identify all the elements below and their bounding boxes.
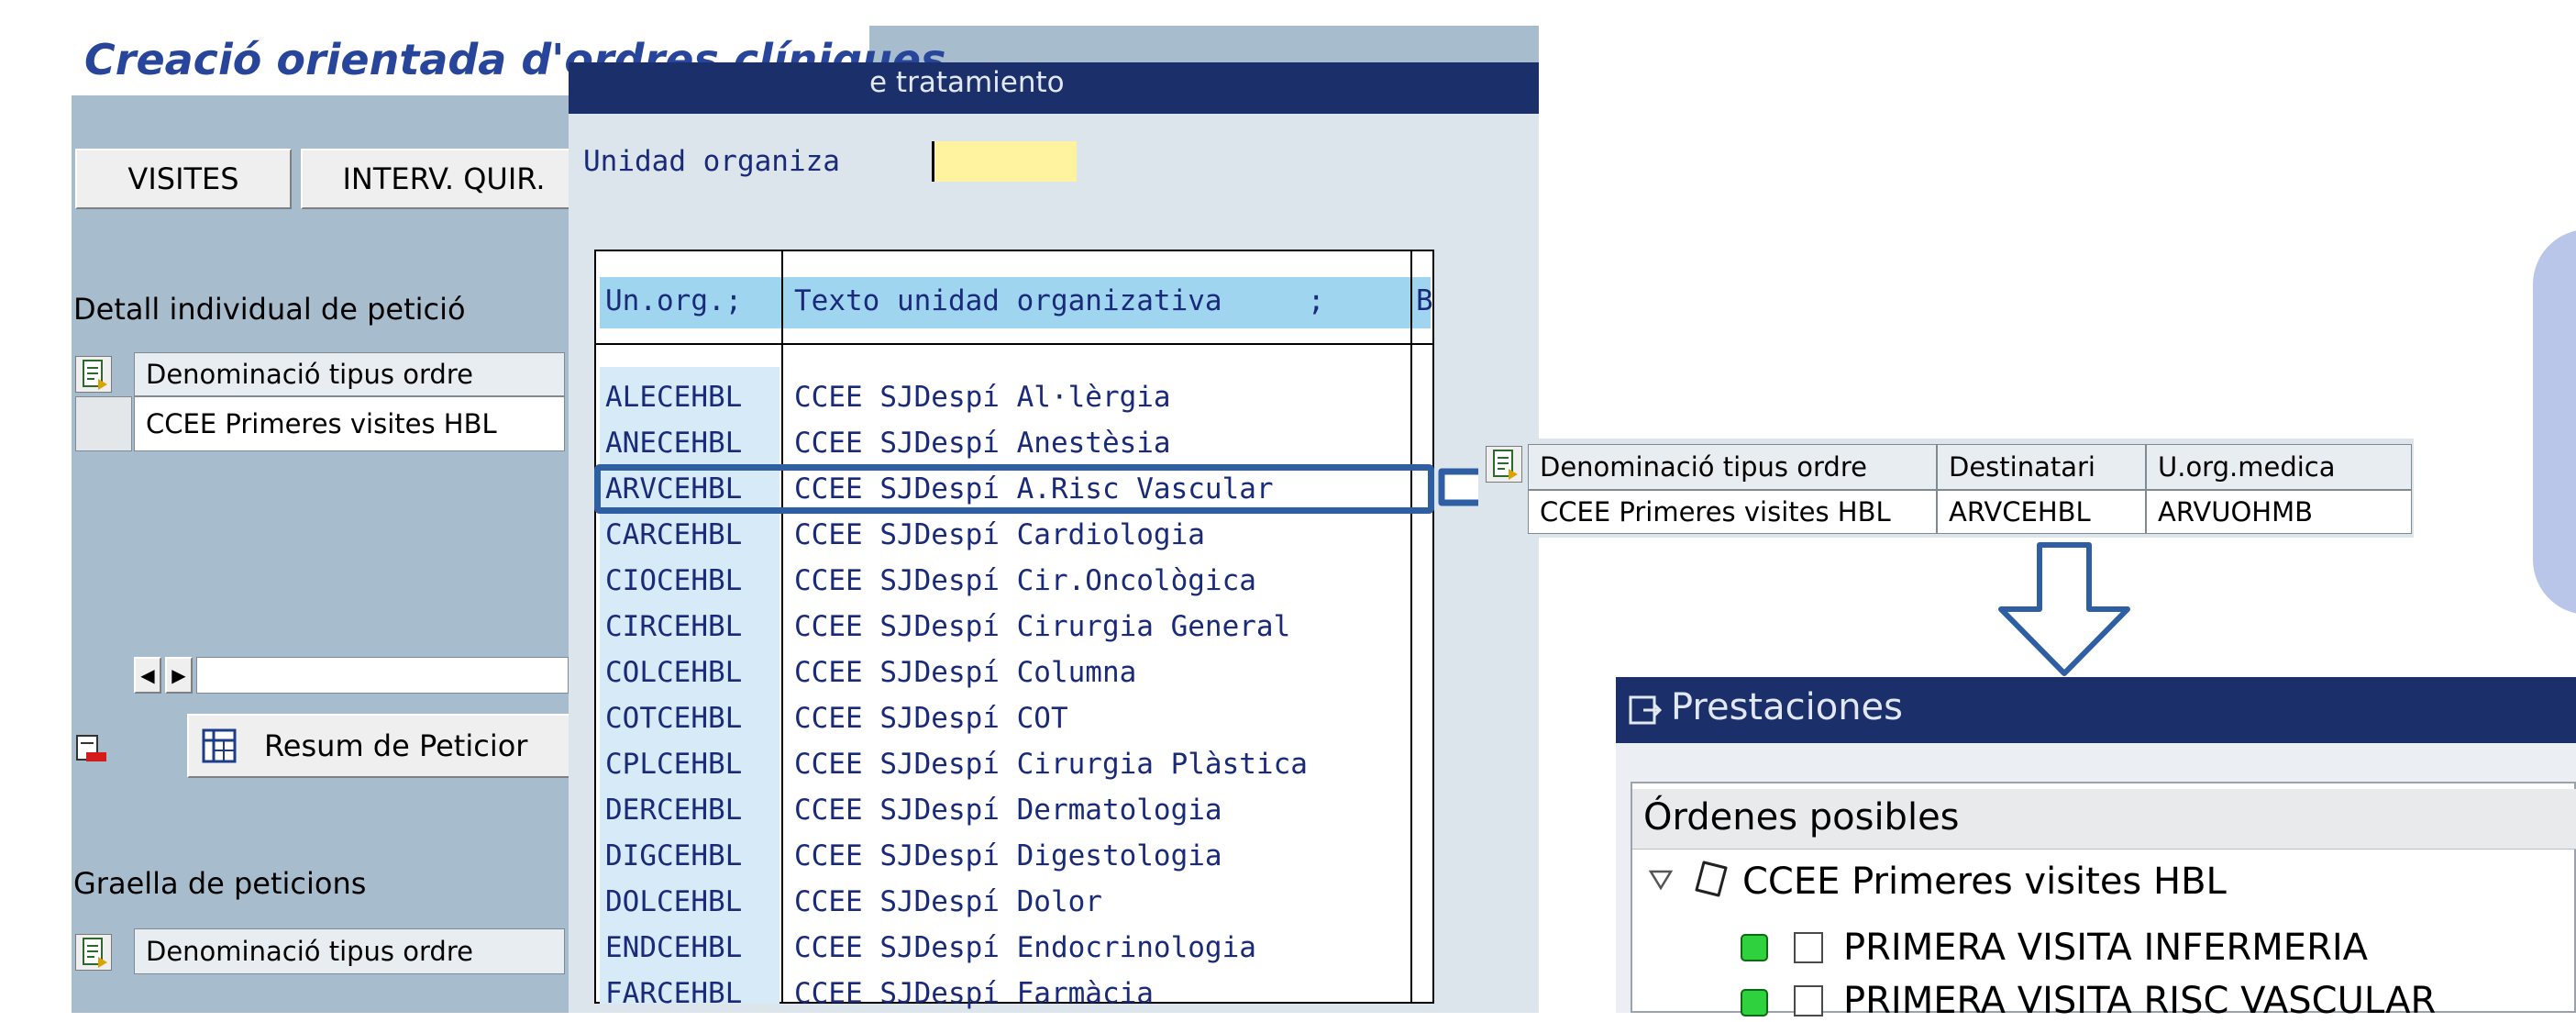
list-item-text[interactable]: CCEE SJDespí Cirurgia General [794,604,1409,650]
result-header-destinatari[interactable]: Destinatari [1937,444,2146,490]
list-item-code[interactable]: DERCEHBL [605,787,779,833]
document-icon[interactable] [75,356,112,393]
list-item-code[interactable]: DOLCEHBL [605,879,779,925]
list-item-text[interactable]: CCEE SJDespí COT [794,695,1409,741]
list-item-text[interactable]: CCEE SJDespí Cir.Oncològica [794,558,1409,604]
result-header-denominacio[interactable]: Denominació tipus ordre [1528,444,1937,490]
folder-icon [1691,857,1731,901]
column-header-text[interactable]: Texto unidad organizativa ; [794,284,1325,317]
unidad-organiza-input[interactable] [932,141,1077,182]
column-divider [781,250,783,1004]
list-item-text[interactable]: CCEE SJDespí Farmàcia [794,971,1409,1016]
interv-quir-button[interactable]: INTERV. QUIR. [301,149,587,209]
tree-item-risc-vascular[interactable]: PRIMERA VISITA RISC VASCULAR [1843,980,2436,1022]
resum-peticions-button[interactable]: Resum de Peticior [187,714,587,778]
list-item-text[interactable]: CCEE SJDespí Dermatologia [794,787,1409,833]
selected-row-highlight [594,464,1434,514]
header-divider [594,343,1434,345]
list-item-code[interactable]: ENDCEHBL [605,925,779,971]
decorative-shape [2533,229,2576,615]
document-icon[interactable] [1486,446,1522,483]
grid-icon [202,728,237,763]
popup-title: e tratamiento [869,66,1065,99]
list-item-code[interactable]: DIGCEHBL [605,833,779,879]
visites-button[interactable]: VISITES [75,149,292,209]
result-cell-denominacio[interactable]: CCEE Primeres visites HBL [1528,490,1937,534]
tree-folder-label[interactable]: CCEE Primeres visites HBL [1742,861,2227,903]
list-item-code[interactable]: FARCEHBL [605,971,779,1016]
resum-peticions-label: Resum de Peticior [264,728,528,763]
list-item-text[interactable]: CCEE SJDespí Anestèsia [794,420,1409,466]
prestaciones-title: Prestaciones [1671,686,1904,728]
list-item-code[interactable]: ALECEHBL [605,374,779,420]
column-divider [1410,250,1412,1004]
delete-icon[interactable] [73,730,108,767]
result-header-uorg[interactable]: U.org.medica [2146,444,2412,490]
list-item-code[interactable]: CPLCEHBL [605,741,779,787]
grid-table-header[interactable]: Denominació tipus ordre [134,928,565,974]
list-item-code[interactable]: COLCEHBL [605,650,779,695]
result-cell-uorg[interactable]: ARVUOHMB [2146,490,2412,534]
window-icon [1627,692,1664,728]
horizontal-scrollbar[interactable] [196,657,569,694]
tree-item-infermeria[interactable]: PRIMERA VISITA INFERMERIA [1843,927,2368,969]
status-green-icon [1741,934,1768,961]
list-item-code[interactable]: ANECEHBL [605,420,779,466]
document-icon[interactable] [75,934,112,971]
down-arrow-icon [1998,542,2130,676]
scroll-right-icon[interactable]: ▶ [165,657,193,694]
list-item-text[interactable]: CCEE SJDespí Dolor [794,879,1409,925]
scroll-left-icon[interactable]: ◀ [134,657,161,694]
list-item-text[interactable]: CCEE SJDespí Cardiologia [794,512,1409,558]
list-item-code[interactable]: CIRCEHBL [605,604,779,650]
checkbox-infermeria[interactable] [1794,932,1823,963]
grid-section-label: Graella de peticions [73,866,367,901]
ordenes-header: Órdenes posibles [1643,796,1960,839]
column-header-extra[interactable]: B [1416,284,1433,317]
column-header-code[interactable]: Un.org.; [605,284,742,317]
list-item-text[interactable]: CCEE SJDespí Cirurgia Plàstica [794,741,1409,787]
list-item-text[interactable]: CCEE SJDespí Endocrinologia [794,925,1409,971]
detail-row-selector[interactable] [75,396,132,451]
checkbox-risc-vascular[interactable] [1794,985,1823,1016]
list-item-code[interactable]: CIOCEHBL [605,558,779,604]
unidad-organiza-label: Unidad organiza [583,145,840,178]
list-item-code[interactable]: CARCEHBL [605,512,779,558]
list-item-text[interactable]: CCEE SJDespí Al·lèrgia [794,374,1409,420]
list-item-text[interactable]: CCEE SJDespí Digestologia [794,833,1409,879]
result-cell-destinatari[interactable]: ARVCEHBL [1937,490,2146,534]
triangle-down-icon[interactable] [1647,866,1675,894]
detail-section-label: Detall individual de petició [73,292,466,327]
list-item-code[interactable]: COTCEHBL [605,695,779,741]
detail-table-header[interactable]: Denominació tipus ordre [134,352,565,396]
list-item-text[interactable]: CCEE SJDespí Columna [794,650,1409,695]
detail-table-row[interactable]: CCEE Primeres visites HBL [134,396,565,451]
